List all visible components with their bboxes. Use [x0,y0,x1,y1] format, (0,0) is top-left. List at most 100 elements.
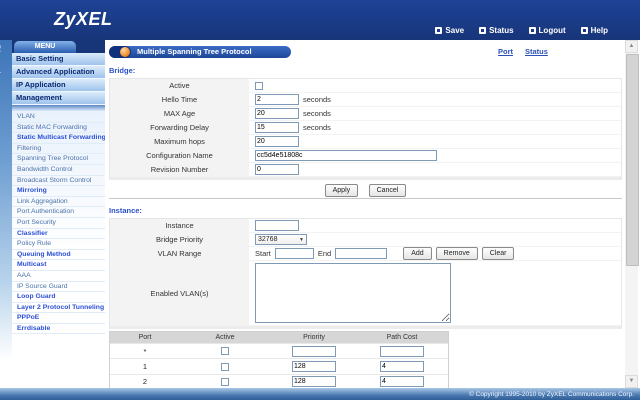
instance-heading: Instance: [109,206,142,215]
sidebar-item-static-mac-forwarding[interactable]: Static MAC Forwarding [12,123,105,134]
active-label: Active [110,79,251,92]
sidebar-item-port-authentication[interactable]: Port Authentication [12,207,105,218]
max-age-unit: seconds [303,109,331,118]
port-table: Port Active Priority Path Cost * 1 2 [109,331,449,388]
port-pathcost-input[interactable] [380,345,424,357]
form-row-enabled-vlans: Enabled VLAN(s) [110,261,621,326]
sidebar-item-multicast[interactable]: Multicast [12,260,105,271]
scroll-down-button[interactable]: ▼ [625,375,638,388]
vlan-range-end-input[interactable] [335,248,388,259]
port-link[interactable]: Port [498,47,513,56]
title-orb-icon [120,47,130,57]
sidebar-item-static-multicast-forwarding[interactable]: Static Multicast Forwarding [12,133,105,144]
table-row-port-2: 2 [110,373,448,388]
cancel-button[interactable]: Cancel [368,184,407,197]
sidebar-item-filtering[interactable]: Filtering [12,144,105,155]
port-active-checkbox[interactable] [221,347,229,356]
sidebar-item-broadcast-storm-control[interactable]: Broadcast Storm Control [12,176,105,187]
max-age-label: MAX Age [110,107,251,120]
sidebar-item-layer2-protocol-tunneling[interactable]: Layer 2 Protocol Tunneling [12,303,105,314]
zyxel-logo: ZyXEL [54,9,113,29]
sidebar-item-bandwidth-control[interactable]: Bandwidth Control [12,165,105,176]
enabled-vlans-textarea[interactable] [255,263,451,323]
form-row-vlan-range: VLAN Range Start End Add Remove Clear [110,247,621,261]
vlan-range-label: VLAN Range [110,247,251,260]
configuration-name-input[interactable] [255,150,437,161]
form-row-bridge-priority: Bridge Priority 32768 ▼ [110,233,621,247]
table-row-port-1: 1 [110,358,448,374]
device-model-strip: Dimension GS2200 [0,40,12,388]
sidebar-item-pppoe[interactable]: PPPoE [12,313,105,324]
col-header-priority: Priority [303,334,325,341]
help-button[interactable]: Help [580,26,608,35]
sidebar-section-ip-application[interactable]: IP Application [12,79,105,92]
main-content: Multiple Spanning Tree Protocol Port Sta… [105,40,625,388]
sidebar-item-spanning-tree-protocol[interactable]: Spanning Tree Protocol [12,154,105,165]
configuration-name-label: Configuration Name [110,149,251,162]
remove-button[interactable]: Remove [435,247,478,260]
bridge-priority-label: Bridge Priority [110,233,251,246]
scrollbar-thumb[interactable] [626,54,639,266]
chevron-down-icon: ▼ [299,236,304,243]
forwarding-delay-unit: seconds [303,123,331,132]
vlan-range-start-input[interactable] [274,248,314,259]
sidebar-section-management[interactable]: Management [12,92,105,105]
logout-button[interactable]: Logout [528,26,566,35]
status-icon [479,27,487,34]
sidebar-item-port-security[interactable]: Port Security [12,218,105,229]
save-label: Save [445,26,465,35]
page-title: Multiple Spanning Tree Protocol [109,46,291,58]
port-active-checkbox[interactable] [221,377,229,386]
sidebar-item-aaa[interactable]: AAA [12,271,105,282]
port-priority-input[interactable] [292,345,336,357]
max-age-input[interactable] [255,108,299,119]
port-priority-input[interactable] [292,361,336,373]
form-row-configuration-name: Configuration Name [110,149,621,163]
vlan-range-start-label: Start [255,249,271,258]
sidebar-item-mirroring[interactable]: Mirroring [12,186,105,197]
port-active-checkbox[interactable] [221,362,229,371]
status-button[interactable]: Status [479,26,514,35]
add-button[interactable]: Add [403,247,432,260]
sidebar-item-queuing-method[interactable]: Queuing Method [12,250,105,261]
logout-icon [528,27,536,34]
status-link[interactable]: Status [525,47,548,56]
bridge-active-checkbox[interactable] [255,81,263,90]
sidebar-section-basic-setting[interactable]: Basic Setting [12,53,105,66]
device-model-text: Dimension GS2200 [0,45,9,116]
bridge-form: Active Hello Time seconds MAX Age second… [109,78,622,180]
sidebar-item-vlan[interactable]: VLAN [12,112,105,123]
sidebar-sections: Basic Setting Advanced Application IP Ap… [12,53,105,105]
vertical-scrollbar[interactable]: ▲ ▼ [625,40,639,388]
sidebar-item-ip-source-guard[interactable]: IP Source Guard [12,282,105,293]
instance-input[interactable] [255,220,299,231]
save-button[interactable]: Save [435,26,464,35]
sidebar-links: VLAN Static MAC Forwarding Static Multic… [12,112,105,335]
menu-tab[interactable]: MENU [14,41,76,53]
section-divider [109,198,622,199]
sidebar-item-classifier[interactable]: Classifier [12,229,105,240]
scroll-up-button[interactable]: ▲ [625,40,638,53]
port-priority-input[interactable] [292,376,336,388]
form-row-revision-number: Revision Number [110,163,621,177]
apply-button[interactable]: Apply [324,184,359,197]
forwarding-delay-input[interactable] [255,122,299,133]
sidebar-item-loop-guard[interactable]: Loop Guard [12,292,105,303]
maximum-hops-input[interactable] [255,136,299,147]
forwarding-delay-label: Forwarding Delay [110,121,251,134]
maximum-hops-label: Maximum hops [110,135,251,148]
clear-button[interactable]: Clear [481,247,515,260]
port-pathcost-input[interactable] [380,361,424,373]
status-label: Status [489,26,514,35]
logout-label: Logout [538,26,566,35]
sidebar-section-advanced-application[interactable]: Advanced Application [12,66,105,79]
sidebar-item-policy-rule[interactable]: Policy Rule [12,239,105,250]
sidebar-item-link-aggregation[interactable]: Link Aggregation [12,197,105,208]
revision-number-input[interactable] [255,164,299,175]
sidebar-item-errdisable[interactable]: Errdisable [12,324,105,335]
hello-time-input[interactable] [255,94,299,105]
bridge-priority-select[interactable]: 32768 ▼ [255,234,307,245]
top-nav: Save Status Logout Help [435,26,608,35]
port-cell: 1 [142,362,148,372]
port-pathcost-input[interactable] [380,376,424,388]
